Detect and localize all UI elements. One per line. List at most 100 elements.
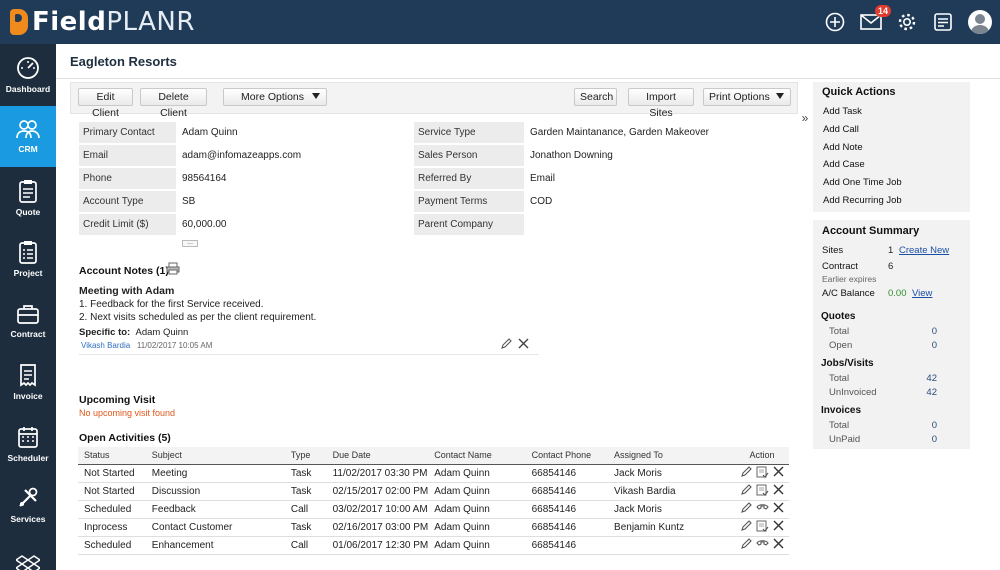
edit-pencil-icon[interactable] <box>740 519 752 535</box>
gear-icon[interactable] <box>896 11 918 33</box>
mail-icon[interactable]: 14 <box>860 5 891 33</box>
search-button[interactable]: Search <box>574 88 617 106</box>
add-call-link[interactable]: Add Call <box>823 124 859 135</box>
sidebar-item-contract[interactable]: Contract <box>0 290 56 352</box>
more-options-label: More Options <box>241 91 305 103</box>
column-header[interactable]: Type <box>284 447 327 465</box>
printer-icon[interactable] <box>166 262 180 278</box>
more-details-button[interactable]: ... <box>182 239 198 247</box>
user-avatar[interactable] <box>968 10 992 34</box>
print-options-dropdown[interactable]: Print Options <box>703 88 791 106</box>
add-note-link[interactable]: Add Note <box>823 142 863 153</box>
close-icon[interactable] <box>773 520 784 534</box>
create-new-link[interactable]: Create New <box>899 245 949 256</box>
add-task-link[interactable]: Add Task <box>823 106 862 117</box>
tools-icon <box>19 487 38 508</box>
sidebar-item-services[interactable]: Services <box>0 475 56 537</box>
assigned-to-cell <box>608 536 736 555</box>
column-header[interactable]: Contact Phone <box>525 447 609 465</box>
edit-pencil-icon[interactable] <box>500 338 512 353</box>
invoices-unpaid-value[interactable]: 0 <box>897 434 937 445</box>
status-cell: Scheduled <box>78 536 146 555</box>
column-header: Action <box>735 447 789 465</box>
quotes-open-value[interactable]: 0 <box>897 340 937 351</box>
edit-pencil-icon[interactable] <box>740 537 752 553</box>
view-balance-link[interactable]: View <box>912 288 932 299</box>
sidebar-item-crm[interactable]: CRM <box>0 105 56 167</box>
note-author-link[interactable]: Vikash Bardia <box>81 341 130 350</box>
column-header[interactable]: Assigned To <box>608 447 736 465</box>
edit-pencil-icon[interactable] <box>740 465 752 481</box>
close-icon[interactable] <box>773 484 784 498</box>
sidebar-item-invoice[interactable]: Invoice <box>0 352 56 414</box>
sidebar-item-dropbox[interactable] <box>0 536 56 570</box>
table-row[interactable]: Inprocess Contact Customer Task 02/16/20… <box>78 518 789 537</box>
sidebar-item-quote[interactable]: Quote <box>0 167 56 229</box>
table-row[interactable]: Not Started Discussion Task 02/15/2017 0… <box>78 482 789 501</box>
table-row[interactable]: Not Started Meeting Task 11/02/2017 03:3… <box>78 464 789 483</box>
invoices-total-label: Total <box>829 420 850 431</box>
note-specific-to: Specific to: Adam Quinn <box>79 327 188 338</box>
table-header-row: Status Subject Type Due Date Contact Nam… <box>78 447 789 465</box>
notes-icon[interactable] <box>932 11 954 33</box>
action-cell <box>735 536 789 555</box>
task-complete-icon[interactable] <box>756 484 769 499</box>
collapse-panel-toggle[interactable]: » <box>798 109 812 127</box>
sidebar-item-project[interactable]: Project <box>0 229 56 291</box>
edit-pencil-icon[interactable] <box>740 483 752 499</box>
page-title: Eagleton Resorts <box>70 54 177 69</box>
add-circle-icon[interactable] <box>824 11 846 33</box>
field-label: Referred By <box>414 168 524 189</box>
due-date-cell: 01/06/2017 12:30 PM <box>326 536 429 555</box>
column-header[interactable]: Contact Name <box>428 447 526 465</box>
column-header[interactable]: Due Date <box>326 447 429 465</box>
table-row[interactable]: Scheduled Feedback Call 03/02/2017 10:00… <box>78 500 789 519</box>
close-icon[interactable] <box>773 466 784 480</box>
import-sites-button[interactable]: Import Sites <box>628 88 694 119</box>
edit-client-button[interactable]: Edit Client <box>78 88 133 119</box>
edit-pencil-icon[interactable] <box>740 501 752 517</box>
close-icon[interactable] <box>518 338 529 353</box>
add-case-link[interactable]: Add Case <box>823 159 865 170</box>
note-meta: Vikash Bardia 11/02/2017 10:05 AM <box>81 341 212 350</box>
add-one-time-job-link[interactable]: Add One Time Job <box>823 177 902 188</box>
quotes-total-value[interactable]: 0 <box>897 326 937 337</box>
sidebar-item-scheduler[interactable]: Scheduler <box>0 413 56 475</box>
contract-value: 6 <box>888 261 894 272</box>
assigned-to-cell: Benjamin Kuntz <box>608 518 736 537</box>
jobs-heading: Jobs/Visits <box>821 358 874 369</box>
task-complete-icon[interactable] <box>756 520 769 535</box>
table-row[interactable]: Scheduled Enhancement Call 01/06/2017 12… <box>78 536 789 555</box>
close-icon[interactable] <box>773 538 784 552</box>
more-options-dropdown[interactable]: More Options <box>223 88 327 106</box>
fieldplanr-logo[interactable]: FieldPLANR <box>10 7 195 37</box>
contact-name-cell: Adam Quinn <box>428 518 526 537</box>
invoice-icon <box>20 364 36 387</box>
contact-phone-cell: 66854146 <box>525 464 609 483</box>
sidebar-item-label: Project <box>13 268 43 279</box>
open-activities-heading: Open Activities (5) <box>79 432 171 444</box>
delete-client-button[interactable]: Delete Client <box>140 88 207 119</box>
main-content: Eagleton Resorts Edit Client Delete Clie… <box>56 44 1000 570</box>
phone-icon[interactable] <box>756 538 769 553</box>
sidebar: Dashboard CRM Quote Project Contract Inv… <box>0 44 56 570</box>
sidebar-item-dashboard[interactable]: Dashboard <box>0 44 56 106</box>
invoices-total-value[interactable]: 0 <box>897 420 937 431</box>
sidebar-item-label: Quote <box>15 206 41 217</box>
close-icon[interactable] <box>773 502 784 516</box>
assigned-to-cell: Vikash Bardia <box>608 482 736 501</box>
field-label: Phone <box>79 168 176 189</box>
task-complete-icon[interactable] <box>756 466 769 481</box>
jobs-uninvoiced-label: UnInvoiced <box>829 387 877 398</box>
column-header[interactable]: Subject <box>145 447 285 465</box>
sites-label: Sites <box>822 245 844 256</box>
jobs-total-value[interactable]: 42 <box>897 373 937 384</box>
sidebar-item-label: Dashboard <box>5 83 51 94</box>
phone-icon[interactable] <box>756 502 769 517</box>
field-label: Email <box>79 145 176 166</box>
status-cell: Not Started <box>78 482 146 501</box>
subject-cell: Discussion <box>145 482 285 501</box>
add-recurring-job-link[interactable]: Add Recurring Job <box>823 195 902 206</box>
column-header[interactable]: Status <box>78 447 146 465</box>
jobs-uninvoiced-value[interactable]: 42 <box>897 387 937 398</box>
